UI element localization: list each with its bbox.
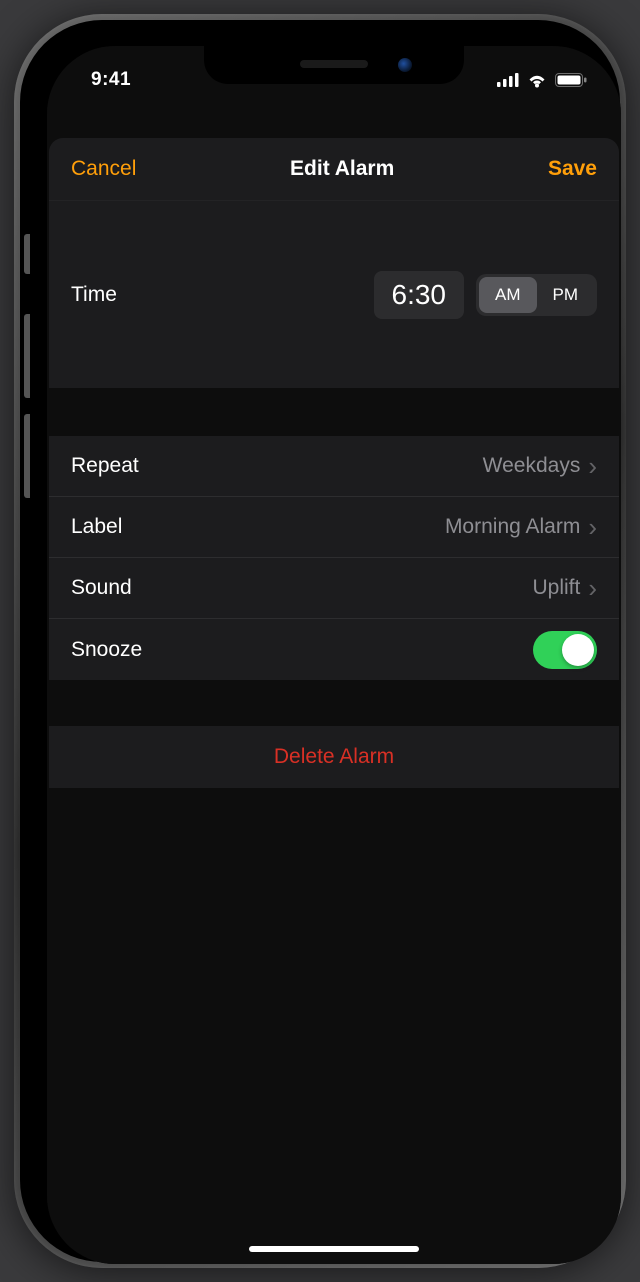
phone-chassis: 9:41 Cancel Edit Alarm Save xyxy=(14,14,626,1268)
toggle-knob xyxy=(562,634,594,666)
snooze-toggle[interactable] xyxy=(533,631,597,669)
delete-alarm-button[interactable]: Delete Alarm xyxy=(274,745,394,769)
nav-bar: Cancel Edit Alarm Save xyxy=(49,138,619,200)
chevron-right-icon: › xyxy=(588,512,597,543)
options-list: Repeat Weekdays › Label Morning Alarm › … xyxy=(49,436,619,680)
time-picker[interactable]: 6:30 xyxy=(374,271,465,319)
speaker-slit xyxy=(300,60,368,68)
repeat-row[interactable]: Repeat Weekdays › xyxy=(49,436,619,497)
home-indicator[interactable] xyxy=(249,1246,419,1252)
chevron-right-icon: › xyxy=(588,451,597,482)
pm-option[interactable]: PM xyxy=(537,277,595,313)
cancel-button[interactable]: Cancel xyxy=(71,157,136,181)
label-value: Morning Alarm xyxy=(445,515,580,539)
front-camera xyxy=(398,58,412,72)
battery-icon xyxy=(555,73,587,87)
repeat-value: Weekdays xyxy=(483,454,581,478)
volume-up-button xyxy=(24,314,30,398)
sound-value: Uplift xyxy=(532,576,580,600)
edit-alarm-screen: Cancel Edit Alarm Save Time 6:30 AM PM R… xyxy=(47,46,621,1264)
label-label: Label xyxy=(71,515,122,539)
mute-switch xyxy=(24,234,30,274)
ampm-segmented-control[interactable]: AM PM xyxy=(476,274,597,316)
sound-label: Sound xyxy=(71,576,132,600)
save-button[interactable]: Save xyxy=(548,157,597,181)
am-option[interactable]: AM xyxy=(479,277,537,313)
snooze-row: Snooze xyxy=(49,619,619,680)
delete-row[interactable]: Delete Alarm xyxy=(49,726,619,788)
status-time: 9:41 xyxy=(91,69,131,91)
status-icons xyxy=(497,72,587,88)
chevron-right-icon: › xyxy=(588,573,597,604)
repeat-label: Repeat xyxy=(71,454,139,478)
time-label: Time xyxy=(71,283,117,307)
volume-down-button xyxy=(24,414,30,498)
notch xyxy=(204,46,464,84)
nav-title: Edit Alarm xyxy=(290,157,394,181)
time-section: Time 6:30 AM PM xyxy=(49,200,619,388)
wifi-icon xyxy=(526,72,548,88)
label-row[interactable]: Label Morning Alarm › xyxy=(49,497,619,558)
snooze-label: Snooze xyxy=(71,638,142,662)
sound-row[interactable]: Sound Uplift › xyxy=(49,558,619,619)
screen: 9:41 Cancel Edit Alarm Save xyxy=(47,46,621,1264)
cellular-signal-icon xyxy=(497,73,519,87)
